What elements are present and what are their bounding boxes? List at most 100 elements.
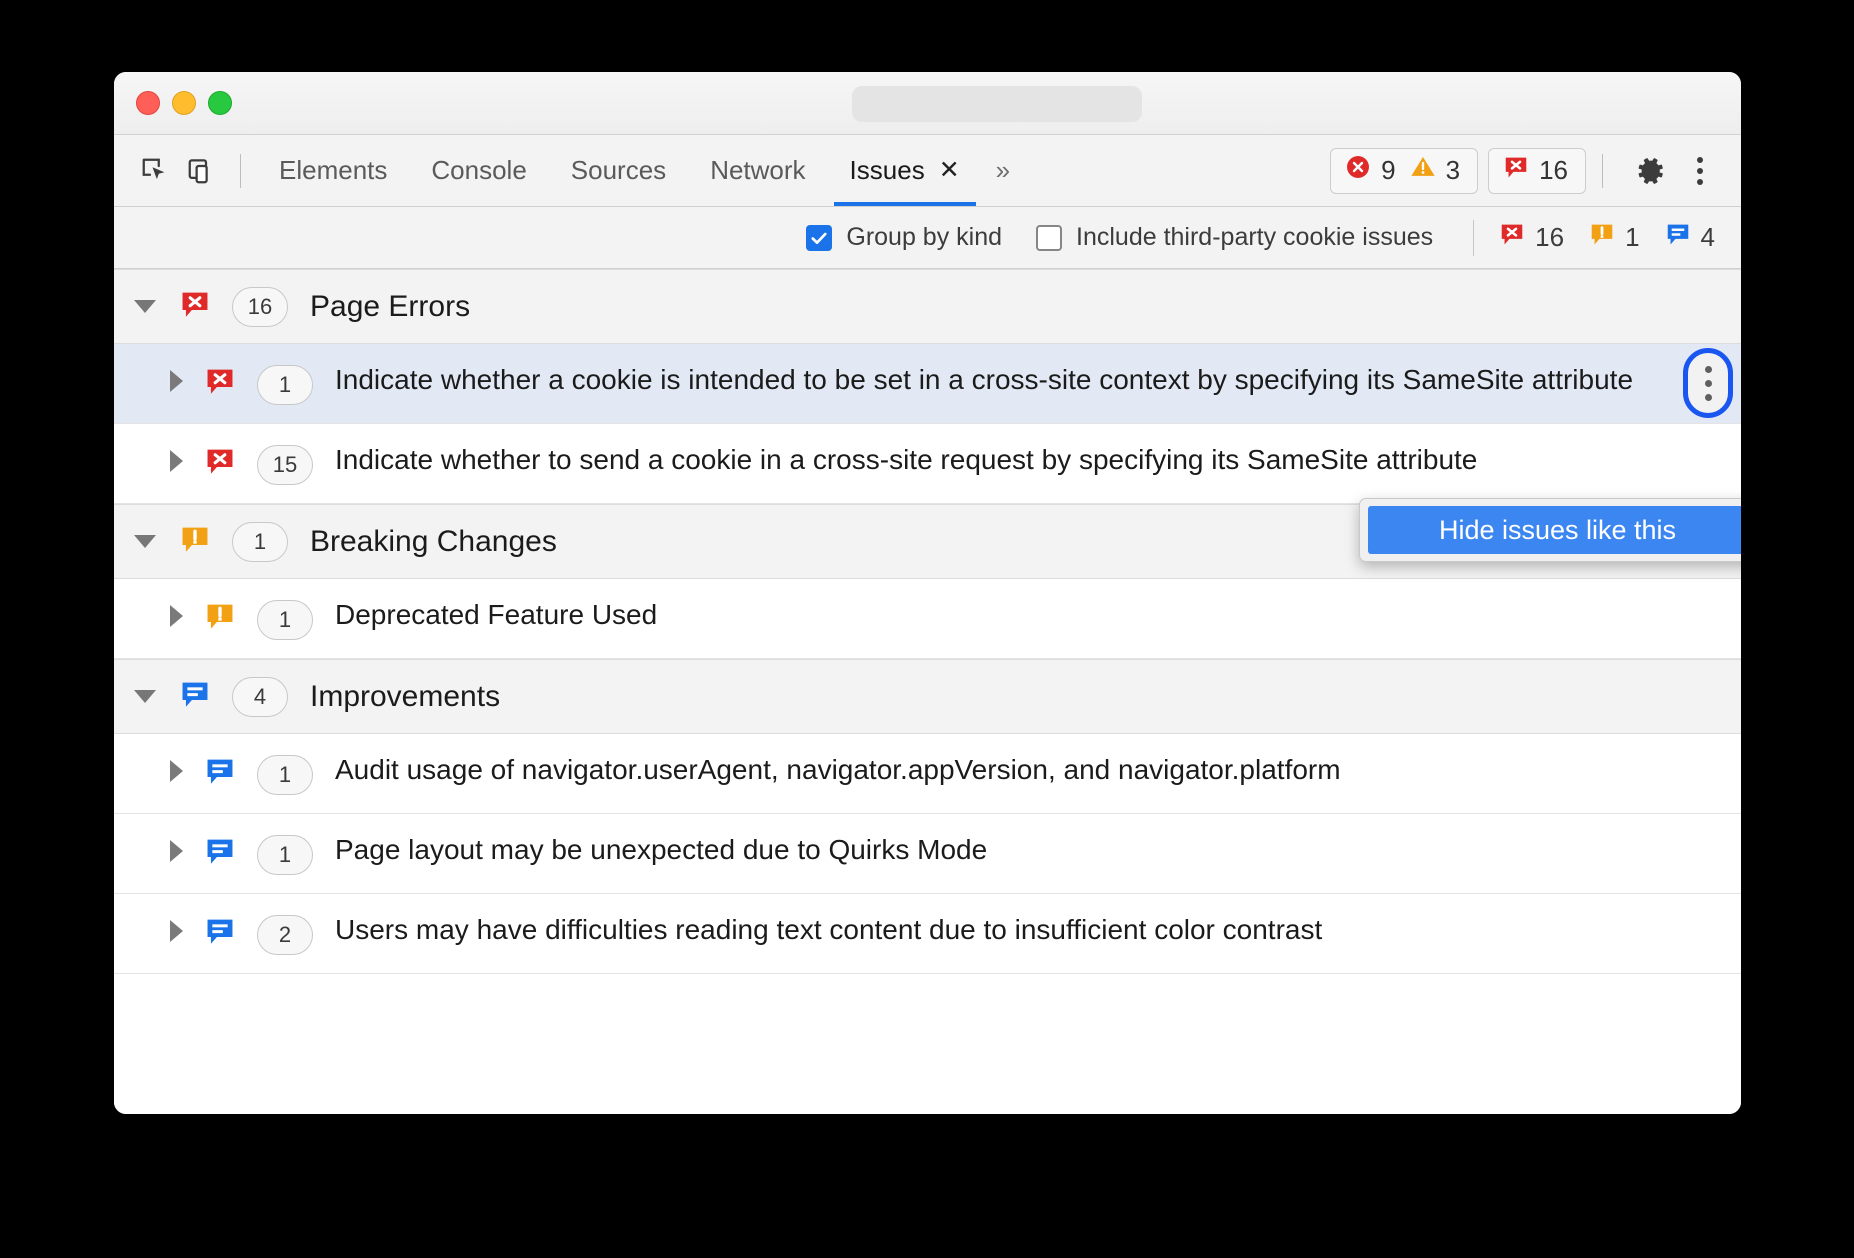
issue-warning-bubble-icon: [1588, 220, 1616, 255]
issues-filter-toolbar: Group by kind Include third-party cookie…: [114, 207, 1741, 269]
issue-group-title: Page Errors: [310, 292, 470, 322]
chevron-down-icon[interactable]: [134, 535, 156, 548]
devtools-window: DevTools Elements Console Sour: [114, 72, 1741, 1114]
warning-count: 3: [1446, 155, 1460, 186]
close-window-button[interactable]: [136, 91, 160, 115]
screen: DevTools Elements Console Sour: [0, 0, 1854, 1258]
issues-counter[interactable]: 16: [1488, 148, 1586, 194]
issue-group-title: Breaking Changes: [310, 527, 557, 557]
issue-row[interactable]: 1 Audit usage of navigator.userAgent, na…: [114, 734, 1741, 814]
chevron-down-icon[interactable]: [134, 300, 156, 313]
issue-row[interactable]: 1 Indicate whether a cookie is intended …: [114, 344, 1741, 424]
console-counters[interactable]: 9 3: [1330, 148, 1478, 194]
kebab-menu-icon[interactable]: [1675, 147, 1725, 195]
issue-count: 1: [257, 755, 313, 795]
tab-label: Network: [710, 155, 805, 186]
more-tabs-icon[interactable]: »: [982, 155, 1022, 186]
issue-row[interactable]: 2 Users may have difficulties reading te…: [114, 894, 1741, 974]
gear-icon[interactable]: [1625, 147, 1675, 195]
issue-title: Audit usage of navigator.userAgent, navi…: [335, 752, 1351, 787]
devtools-tabbar: Elements Console Sources Network Issues …: [114, 135, 1741, 207]
error-count: 9: [1381, 155, 1395, 186]
close-icon[interactable]: ✕: [939, 158, 960, 183]
minimize-window-button[interactable]: [172, 91, 196, 115]
issue-group-count: 4: [232, 677, 288, 717]
filter-warning-value: 1: [1625, 222, 1639, 253]
window-controls: [136, 91, 232, 115]
tab-label: Issues: [850, 155, 925, 186]
filter-warning-count: 1: [1588, 220, 1639, 255]
issue-warning-bubble-icon: [203, 599, 237, 638]
panel-tabs: Elements Console Sources Network Issues …: [257, 135, 1022, 206]
device-toolbar-icon[interactable]: [178, 148, 224, 194]
filter-info-count: 4: [1664, 220, 1715, 255]
issue-count: 1: [257, 600, 313, 640]
filter-error-value: 16: [1535, 222, 1564, 253]
issue-row[interactable]: 1 Deprecated Feature Used: [114, 579, 1741, 659]
chevron-right-icon[interactable]: [170, 760, 183, 782]
chevron-right-icon[interactable]: [170, 370, 183, 392]
warning-triangle-icon: [1409, 153, 1437, 188]
issue-warning-bubble-icon: [178, 522, 212, 561]
window-titlebar: DevTools: [114, 72, 1741, 135]
menu-item-hide-issues-like-this[interactable]: Hide issues like this: [1368, 506, 1741, 554]
issue-info-bubble-icon: [203, 754, 237, 793]
chevron-right-icon[interactable]: [170, 840, 183, 862]
issue-count: 15: [257, 445, 313, 485]
toolbar-divider-right: [1602, 154, 1603, 188]
filter-info-value: 4: [1701, 222, 1715, 253]
context-menu: Hide issues like this: [1359, 498, 1741, 562]
issue-group-header-improvements[interactable]: 4 Improvements: [114, 659, 1741, 734]
issue-group-count: 1: [232, 522, 288, 562]
issue-title: Indicate whether a cookie is intended to…: [335, 362, 1643, 397]
issue-count: 1: [257, 365, 313, 405]
tab-issues[interactable]: Issues ✕: [828, 135, 982, 206]
error-circle-icon: [1344, 153, 1372, 188]
checkbox-unchecked-icon: [1036, 225, 1062, 251]
tab-elements[interactable]: Elements: [257, 135, 409, 206]
issue-count: 2: [257, 915, 313, 955]
tab-label: Console: [431, 155, 526, 186]
tab-sources[interactable]: Sources: [549, 135, 688, 206]
filterbar-divider: [1473, 220, 1474, 256]
toolbar-divider: [240, 154, 241, 188]
tab-network[interactable]: Network: [688, 135, 827, 206]
chevron-right-icon[interactable]: [170, 605, 183, 627]
checkbox-checked-icon: [806, 225, 832, 251]
third-party-cookie-checkbox[interactable]: Include third-party cookie issues: [1036, 223, 1433, 252]
third-party-cookie-label: Include third-party cookie issues: [1076, 223, 1433, 252]
issues-count: 16: [1539, 155, 1568, 186]
tab-label: Sources: [571, 155, 666, 186]
filter-error-count: 16: [1498, 220, 1564, 255]
kebab-menu-icon[interactable]: [1683, 348, 1733, 418]
issue-group-title: Improvements: [310, 682, 500, 712]
issue-error-bubble-icon: [178, 287, 212, 326]
tab-console[interactable]: Console: [409, 135, 548, 206]
group-by-kind-checkbox[interactable]: Group by kind: [806, 223, 1002, 252]
chevron-right-icon[interactable]: [170, 920, 183, 942]
kebab-dots: [1697, 157, 1703, 185]
issue-info-bubble-icon: [1664, 220, 1692, 255]
issue-group-count: 16: [232, 287, 288, 327]
issue-title: Deprecated Feature Used: [335, 597, 667, 632]
issue-error-bubble-icon: [203, 444, 237, 483]
issue-info-bubble-icon: [203, 914, 237, 953]
maximize-window-button[interactable]: [208, 91, 232, 115]
toolbar-right-icons: [1625, 147, 1725, 195]
issue-count: 1: [257, 835, 313, 875]
chevron-down-icon[interactable]: [134, 690, 156, 703]
chevron-right-icon[interactable]: [170, 450, 183, 472]
issue-row[interactable]: 15 Indicate whether to send a cookie in …: [114, 424, 1741, 504]
issue-info-bubble-icon: [178, 677, 212, 716]
issue-row[interactable]: 1 Page layout may be unexpected due to Q…: [114, 814, 1741, 894]
group-by-kind-label: Group by kind: [846, 223, 1002, 252]
tab-label: Elements: [279, 155, 387, 186]
issue-error-bubble-icon: [203, 364, 237, 403]
issue-error-bubble-icon: [1502, 153, 1530, 188]
inspect-element-icon[interactable]: [132, 148, 178, 194]
issue-group-header-page-errors[interactable]: 16 Page Errors: [114, 269, 1741, 344]
issue-title: Page layout may be unexpected due to Qui…: [335, 832, 997, 867]
issue-title: Indicate whether to send a cookie in a c…: [335, 442, 1487, 477]
issue-title: Users may have difficulties reading text…: [335, 912, 1332, 947]
titlebar-placeholder-pill: [852, 86, 1142, 122]
